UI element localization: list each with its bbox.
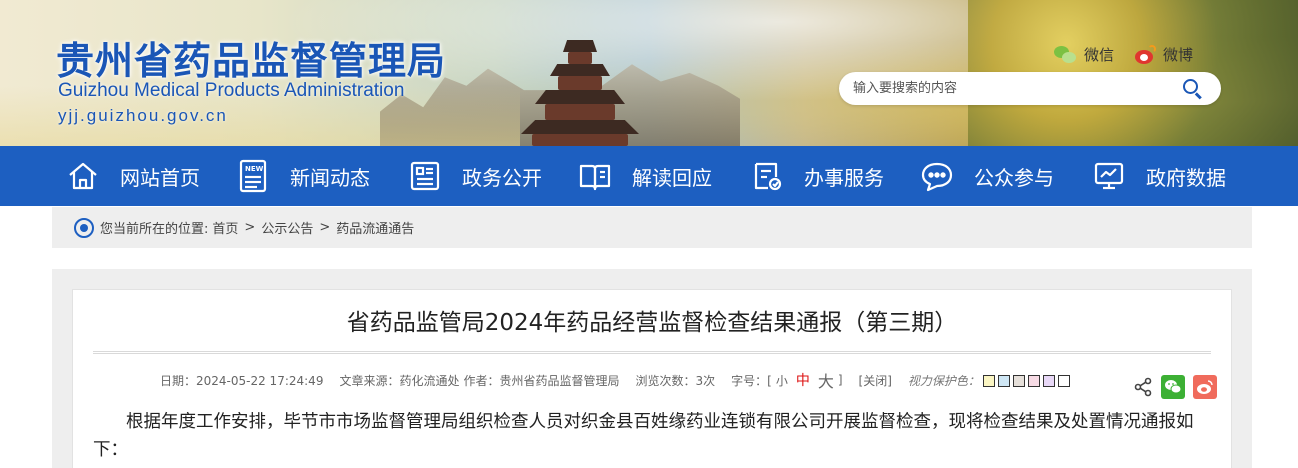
data-icon (1092, 159, 1126, 193)
nav-item-home[interactable]: 网站首页 (66, 146, 200, 206)
eye-protection-swatch[interactable] (1057, 374, 1070, 387)
nav-item-government-data[interactable]: 政府数据 (1092, 146, 1226, 206)
article-views: 浏览次数：3次 (635, 373, 716, 388)
wechat-label: 微信 (1084, 46, 1115, 64)
eye-protection-swatch[interactable] (1012, 374, 1025, 387)
article-meta: 日期：2024-05-22 17:24:49 文章来源：药化流通处 作者：贵州省… (160, 368, 1070, 392)
breadcrumb-home[interactable]: 首页 (212, 218, 238, 237)
share-icon[interactable] (1133, 377, 1153, 397)
location-pin-icon (74, 217, 94, 238)
search-box (839, 72, 1221, 105)
nav-label: 公众参与 (974, 165, 1054, 190)
weibo-link[interactable]: 微博 (1133, 44, 1193, 65)
eye-protection-swatch[interactable] (1027, 374, 1040, 387)
font-size-small-button[interactable]: 小 (776, 372, 788, 389)
breadcrumb-prefix: 您当前所在的位置: (100, 222, 209, 237)
wechat-link[interactable]: 微信 (1054, 44, 1114, 65)
font-size-medium-button[interactable]: 中 (796, 370, 810, 390)
nav-item-interpretation[interactable]: 解读回应 (578, 146, 712, 206)
article-body: 根据年度工作安排，毕节市市场监督管理局组织检查人员对织金县百姓缘药业连锁有限公司… (93, 412, 1194, 460)
share-wechat-icon[interactable] (1161, 375, 1185, 399)
book-icon (578, 159, 612, 193)
nav-label: 政务公开 (462, 165, 542, 190)
nav-label: 解读回应 (632, 165, 712, 190)
wechat-icon (1054, 45, 1078, 65)
article-author: 作者：贵州省药品监督管理局 (463, 373, 620, 388)
main-nav: 网站首页 NEW 新闻动态 政务公开 解读回应 办事服务 公众参与 政府数据 (0, 146, 1298, 206)
site-title[interactable]: 贵州省药品监督管理局 (56, 30, 446, 85)
title-divider (93, 351, 1211, 354)
nav-label: 政府数据 (1146, 165, 1226, 190)
weibo-label: 微博 (1163, 46, 1194, 64)
breadcrumb-announcements[interactable]: 公示公告 (261, 218, 313, 237)
eye-protection-swatches (980, 373, 1070, 387)
eye-protection-label: 视力保护色： (907, 373, 980, 388)
nav-item-services[interactable]: 办事服务 (750, 146, 884, 206)
svg-text:NEW: NEW (245, 165, 264, 173)
nav-label: 网站首页 (120, 165, 200, 190)
nav-label: 办事服务 (804, 165, 884, 190)
eye-protection-swatch[interactable] (997, 374, 1010, 387)
article-date: 日期：2024-05-22 17:24:49 (160, 373, 324, 388)
search-input[interactable] (853, 77, 1173, 100)
nav-item-government-affairs[interactable]: 政务公开 (408, 146, 542, 206)
breadcrumb-drug-circulation[interactable]: 药品流通通告 (336, 218, 414, 237)
banner-pagoda-image (520, 40, 640, 146)
eye-protection-swatch[interactable] (982, 374, 995, 387)
eye-protection-swatch[interactable] (1042, 374, 1055, 387)
news-icon: NEW (236, 159, 270, 193)
weibo-icon (1133, 44, 1157, 65)
document-icon (408, 159, 442, 193)
breadcrumb-separator: > (244, 220, 256, 235)
site-url: yjj.guizhou.gov.cn (58, 106, 228, 125)
chat-icon (920, 159, 954, 193)
breadcrumb: 您当前所在的位置: 首页 > 公示公告 > 药品流通通告 (52, 207, 1252, 248)
site-title-english: Guizhou Medical Products Administration (58, 80, 405, 101)
home-icon (66, 159, 100, 193)
share-weibo-icon[interactable] (1193, 375, 1217, 399)
article-title: 省药品监管局2024年药品经营监督检查结果通报（第三期） (346, 310, 958, 336)
nav-label: 新闻动态 (290, 165, 370, 190)
font-size-end: ] (837, 373, 843, 387)
search-icon[interactable] (1183, 79, 1203, 100)
nav-item-news[interactable]: NEW 新闻动态 (236, 146, 370, 206)
font-size-label: 字号：[ (731, 373, 772, 388)
breadcrumb-separator: > (319, 220, 331, 235)
nav-item-public-participation[interactable]: 公众参与 (920, 146, 1054, 206)
close-button[interactable]: [关闭] (859, 372, 892, 389)
share-bar (1133, 375, 1217, 399)
font-size-large-button[interactable]: 大 (818, 368, 834, 392)
service-icon (750, 159, 784, 193)
article-source: 文章来源：药化流通处 (339, 373, 460, 388)
